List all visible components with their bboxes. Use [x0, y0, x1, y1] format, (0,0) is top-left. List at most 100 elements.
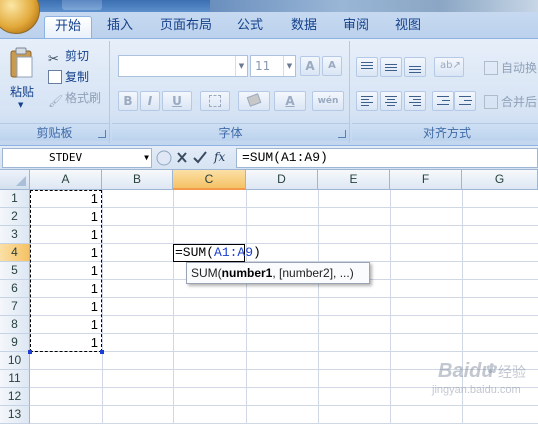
- alignment-group: ab↗ 自动换 合并后 对齐方式: [352, 41, 538, 143]
- decrease-indent-button[interactable]: [432, 91, 454, 111]
- row-header-10[interactable]: 10: [0, 352, 30, 370]
- column-header-e[interactable]: E: [318, 170, 390, 190]
- align-middle-button[interactable]: [380, 57, 402, 77]
- cancel-icon[interactable]: [177, 152, 187, 163]
- formula-input[interactable]: =SUM(A1:A9): [236, 148, 538, 168]
- grow-font-button[interactable]: A: [300, 56, 320, 76]
- chevron-down-icon: ▼: [18, 101, 24, 109]
- tab-formulas[interactable]: 公式: [228, 16, 272, 38]
- name-box[interactable]: STDEV ▼: [2, 148, 152, 168]
- range-handle[interactable]: [100, 350, 104, 354]
- row-header-7[interactable]: 7: [0, 298, 30, 316]
- italic-button[interactable]: I: [140, 91, 160, 111]
- bold-button[interactable]: B: [118, 91, 138, 111]
- select-all-corner[interactable]: [0, 170, 30, 190]
- tab-data[interactable]: 数据: [282, 16, 326, 38]
- scissors-icon: ✂: [48, 52, 59, 67]
- paw-icon: ✿: [486, 360, 498, 376]
- row-header-9[interactable]: 9: [0, 334, 30, 352]
- orientation-button[interactable]: ab↗: [434, 57, 464, 77]
- increase-indent-button[interactable]: [454, 91, 476, 111]
- tab-review[interactable]: 审阅: [334, 16, 378, 38]
- column-header-d[interactable]: D: [246, 170, 318, 190]
- ribbon: 粘贴 ▼ ✂ 剪切 复制 🖌格式刷 剪贴板 ▼ 11 ▼ A A B I U: [0, 38, 538, 146]
- clipboard-group: 粘贴 ▼ ✂ 剪切 复制 🖌 格式刷 剪贴板: [0, 41, 110, 143]
- row-header-12[interactable]: 12: [0, 388, 30, 406]
- function-tooltip: SUM(number1, [number2], ...): [186, 262, 370, 284]
- column-header-a[interactable]: A: [30, 170, 102, 190]
- borders-button[interactable]: [200, 91, 230, 111]
- ribbon-tabs: 开始 插入 页面布局 公式 数据 审阅 视图: [0, 12, 538, 38]
- copy-marquee: [28, 190, 104, 354]
- fill-bucket-icon: [246, 93, 262, 107]
- tab-insert[interactable]: 插入: [98, 16, 142, 38]
- wrap-text-button[interactable]: 自动换: [484, 59, 537, 77]
- align-center-button[interactable]: [380, 91, 402, 111]
- tab-page-layout[interactable]: 页面布局: [152, 16, 220, 38]
- row-header-8[interactable]: 8: [0, 316, 30, 334]
- clipboard-group-label: 剪贴板: [0, 123, 109, 141]
- edit-reference: A1:A9: [214, 245, 254, 260]
- row-header-6[interactable]: 6: [0, 280, 30, 298]
- font-color-button[interactable]: A: [274, 91, 306, 111]
- shrink-font-button[interactable]: A: [322, 56, 342, 76]
- underline-label: U: [172, 94, 182, 108]
- chevron-down-icon: ▼: [235, 56, 247, 76]
- copy-icon: [48, 70, 62, 84]
- align-right-button[interactable]: [404, 91, 426, 111]
- copy-button[interactable]: 复制: [48, 68, 89, 86]
- row-header-1[interactable]: 1: [0, 190, 30, 208]
- font-launcher-icon[interactable]: [338, 130, 346, 138]
- row-gridline: [30, 333, 538, 334]
- enter-check-icon[interactable]: [193, 151, 207, 164]
- row-header-4[interactable]: 4: [0, 244, 30, 262]
- underline-button[interactable]: U: [162, 91, 192, 111]
- row-gridline: [30, 315, 538, 316]
- font-group-label: 字体: [112, 123, 349, 141]
- title-bar-background: [210, 0, 538, 12]
- italic-label: I: [147, 94, 153, 108]
- format-painter-button[interactable]: 🖌 格式刷: [48, 89, 102, 108]
- font-size-combo[interactable]: 11 ▼: [250, 55, 296, 77]
- tab-view[interactable]: 视图: [386, 16, 430, 38]
- wrap-text-label: 自动换: [501, 61, 538, 75]
- formula-bar: STDEV ▼ fx =SUM(A1:A9): [0, 146, 538, 170]
- spreadsheet-grid[interactable]: A B C D E F G 1 2 3 4 5 6 7 8 9 10 11 12 13 1 1 1 1 1 1 1 1 1…: [0, 170, 538, 424]
- phonetic-label: wén: [317, 96, 339, 106]
- paste-button[interactable]: 粘贴 ▼: [6, 47, 38, 119]
- align-bottom-button[interactable]: [404, 57, 426, 77]
- active-cell-editor[interactable]: =SUM(A1:A9): [173, 244, 261, 262]
- merge-icon: [484, 95, 498, 109]
- cut-button[interactable]: ✂ 剪切: [48, 47, 89, 67]
- font-name-combo[interactable]: ▼: [118, 55, 248, 77]
- column-header-c[interactable]: C: [173, 170, 246, 190]
- column-header-g[interactable]: G: [462, 170, 538, 190]
- column-header-b[interactable]: B: [102, 170, 173, 190]
- copy-label: 复制: [65, 70, 90, 84]
- edit-suffix: ): [253, 245, 261, 260]
- merge-center-button[interactable]: 合并后: [484, 93, 537, 111]
- shrink-font-label: A: [328, 60, 336, 71]
- font-size-value: 11: [255, 59, 271, 73]
- clipboard-launcher-icon[interactable]: [98, 130, 106, 138]
- name-box-value: STDEV: [49, 151, 83, 164]
- chevron-down-icon: ▼: [283, 56, 295, 76]
- format-painter-label: 格式刷: [65, 91, 102, 105]
- insert-function-button[interactable]: fx: [214, 150, 225, 164]
- row-header-11[interactable]: 11: [0, 370, 30, 388]
- row-header-13[interactable]: 13: [0, 406, 30, 424]
- row-header-3[interactable]: 3: [0, 226, 30, 244]
- row-header-5[interactable]: 5: [0, 262, 30, 280]
- align-left-button[interactable]: [356, 91, 378, 111]
- phonetic-button[interactable]: wén: [312, 91, 344, 111]
- row-gridline: [30, 207, 538, 208]
- column-header-f[interactable]: F: [390, 170, 462, 190]
- row-header-2[interactable]: 2: [0, 208, 30, 226]
- quick-access-toolbar[interactable]: [62, 0, 102, 10]
- tooltip-function-name[interactable]: SUM(: [191, 266, 222, 280]
- fill-color-button[interactable]: [238, 91, 270, 111]
- baidu-watermark: Baidu ✿ 经验 jingyan.baidu.com: [394, 360, 538, 404]
- range-handle[interactable]: [28, 350, 32, 354]
- align-top-button[interactable]: [356, 57, 378, 77]
- tab-home[interactable]: 开始: [44, 16, 92, 38]
